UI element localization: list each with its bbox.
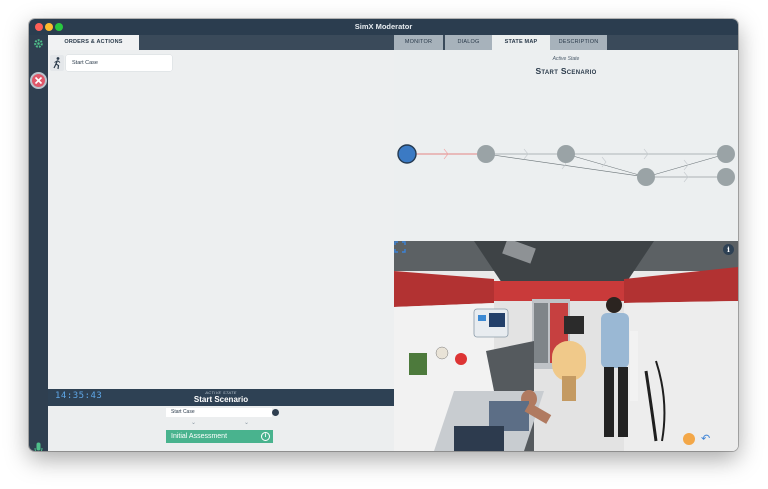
state-flow-panel: Start Case ⌄ ⌄ Initial Assessment i <box>48 406 394 451</box>
state-map-caption: Active State <box>552 56 580 62</box>
state-map-panel: Active State Start Scenario <box>394 50 738 241</box>
state-node-start-scenario[interactable] <box>397 144 417 164</box>
state-node[interactable] <box>717 145 735 163</box>
state-node[interactable] <box>717 168 735 186</box>
tab-state-map[interactable]: STATE MAP <box>492 35 550 50</box>
avatar-orb[interactable] <box>683 433 695 445</box>
order-type-cell[interactable] <box>50 55 64 71</box>
ambulance-scene-view[interactable]: i ↶ <box>394 241 738 451</box>
tab-monitor[interactable]: MONITOR <box>394 35 443 50</box>
state-node[interactable] <box>637 168 655 186</box>
runner-icon <box>53 57 61 70</box>
active-state-bar: 14:35:43 ACTIVE STATE Start Scenario <box>48 389 394 406</box>
flow-initial-assessment-button[interactable]: Initial Assessment <box>166 430 273 443</box>
active-state-name: Start Scenario <box>193 395 249 404</box>
tab-description[interactable]: DESCRIPTION <box>550 35 607 50</box>
orders-actions-panel: Start Case <box>48 50 394 389</box>
ambulance-scene-illustration <box>394 241 738 451</box>
tab-bar: ORDERS & ACTIONS MONITOR DIALOG STATE MA… <box>48 35 738 50</box>
gear-icon[interactable] <box>33 38 44 49</box>
close-window-button[interactable] <box>35 23 43 31</box>
state-map-title: Start Scenario <box>535 66 597 76</box>
fullscreen-icon[interactable] <box>394 241 406 253</box>
stop-case-button[interactable] <box>30 72 47 89</box>
app-window: SimX Moderator ORDERS & ACTIONS MONITOR … <box>29 19 738 451</box>
flow-initial-assessment-label: Initial Assessment <box>171 433 228 440</box>
state-node[interactable] <box>557 145 575 163</box>
window-title: SimX Moderator <box>354 22 413 31</box>
microphone-icon[interactable] <box>34 442 43 451</box>
order-item-start-case[interactable]: Start Case <box>66 55 172 71</box>
chevron-down-icon: ⌄ <box>244 420 250 426</box>
flow-start-case[interactable]: Start Case <box>166 408 272 417</box>
title-bar: SimX Moderator <box>29 19 738 35</box>
flow-current-marker <box>272 409 279 416</box>
chevron-down-icon: ⌄ <box>191 420 197 426</box>
minimize-window-button[interactable] <box>45 23 53 31</box>
left-sidebar <box>29 35 48 451</box>
info-icon[interactable]: i <box>261 432 270 441</box>
state-graph <box>397 144 735 186</box>
undo-icon[interactable]: ↶ <box>701 432 710 445</box>
state-node[interactable] <box>477 145 495 163</box>
close-icon <box>34 76 43 85</box>
tab-orders-actions[interactable]: ORDERS & ACTIONS <box>48 35 139 50</box>
tab-dialog[interactable]: DIALOG <box>445 35 492 50</box>
info-icon[interactable]: i <box>723 244 734 255</box>
zoom-window-button[interactable] <box>55 23 63 31</box>
